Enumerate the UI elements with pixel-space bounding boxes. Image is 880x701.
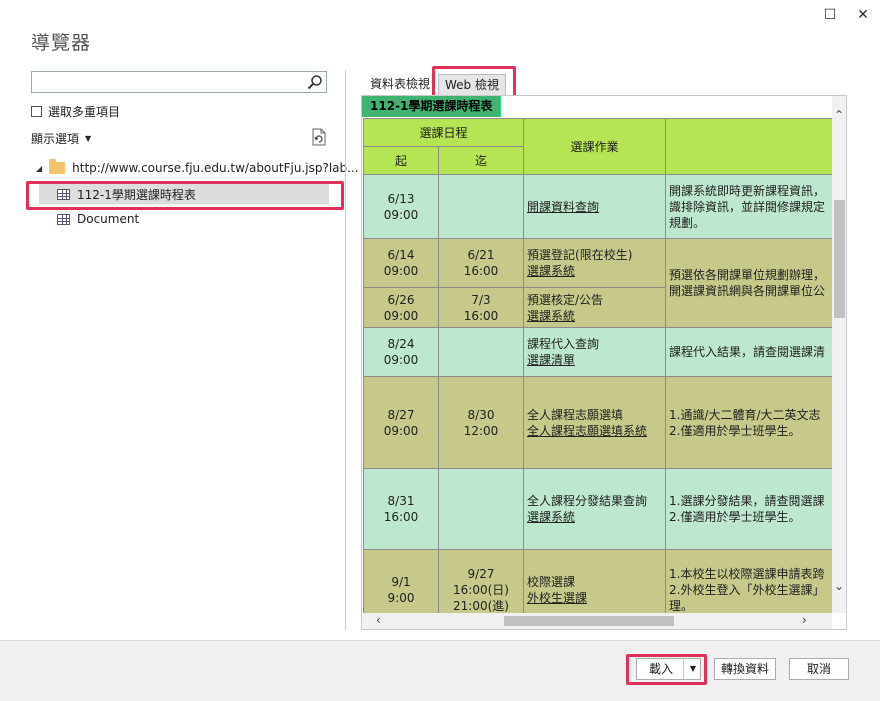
scroll-right-icon[interactable]: › [802,613,807,627]
table-row: 8/27 09:00 8/30 12:00 全人課程志願選填 全人課程志願選填系統 1… [363,376,832,469]
multi-select-label: 選取多重項目 [48,104,121,119]
highlight-box-load-button [626,654,707,685]
schedule-table: 選課日程 選課作業 起 迄 6/13 09:00 開課資料查詢 開課系統即時更新課… [363,118,832,613]
highlight-box-tree-item [26,181,344,210]
table-row: 9/1 9:00 9/27 16:00(日) 21:00(進) 校際選課 外校生選課 1… [363,549,832,613]
dialog-title: 導覽器 [31,32,92,54]
table-row: 6/14 09:00 6/21 16:00 預選登記(限在校生) 選課系統 預選依各開… [363,238,832,328]
display-options-button[interactable]: 顯示選項 ▼ [31,130,91,147]
task-link[interactable]: 選課系統 [527,509,662,525]
vertical-scrollbar[interactable]: ⌃ ⌄ [832,96,846,613]
vertical-scroll-thumb[interactable] [834,200,845,318]
search-input[interactable] [31,71,327,93]
header-start: 起 [363,146,439,175]
tab-table-view[interactable]: 資料表檢視 [364,74,436,94]
task-link[interactable]: 全人課程志願選填系統 [527,423,662,439]
header-desc [665,118,832,175]
highlight-box-web-view-tab [432,66,516,98]
scroll-left-icon[interactable]: ‹ [376,613,381,627]
scroll-up-icon[interactable]: ⌃ [834,108,844,122]
header-end: 迄 [437,146,525,175]
multi-select-checkbox[interactable] [31,105,42,117]
table-row: 8/24 09:00 課程代入查詢 選課清單 課程代入結果，請查閱選課清 [363,327,832,377]
transform-data-button[interactable]: 轉換資料 [714,658,776,680]
tree-item-document[interactable]: Document [57,209,139,229]
chevron-down-icon: ▼ [85,134,92,143]
refresh-icon[interactable] [311,128,327,146]
header-task: 選課作業 [523,118,667,175]
pane-splitter[interactable] [345,70,346,630]
web-preview-panel[interactable]: 112-1學期選課時程表 選課日程 選課作業 起 迄 6/13 09:00 開課資… [361,95,847,630]
close-button[interactable]: ✕ [853,6,873,24]
table-icon [57,213,70,225]
table-caption: 112-1學期選課時程表 [362,96,502,117]
task-link[interactable]: 開課資料查詢 [527,199,662,215]
task-link[interactable]: 選課清單 [527,352,662,368]
tree-item-label: Document [77,212,140,226]
scroll-down-icon[interactable]: ⌄ [834,579,844,593]
folder-icon [49,159,66,174]
horizontal-scroll-thumb[interactable] [504,616,674,626]
header-schedule: 選課日程 [363,118,525,147]
search-icon [307,75,322,90]
collapse-arrow-icon[interactable]: ◢ [36,164,42,173]
tree-root-label: http://www.course.fju.edu.tw/aboutFju.js… [72,161,359,175]
multi-select-option[interactable]: 選取多重項目 [31,103,120,119]
tree-root-node[interactable]: ◢ http://www.course.fju.edu.tw/aboutFju.… [36,158,359,178]
task-link[interactable]: 選課系統 [527,263,662,279]
task-link[interactable]: 選課系統 [527,308,662,324]
restore-button[interactable]: ☐ [820,6,840,24]
horizontal-scrollbar[interactable]: ‹ › [362,613,832,629]
display-options-label: 顯示選項 [31,132,80,146]
table-row: 6/13 09:00 開課資料查詢 開課系統即時更新課程資訊， 識排除資訊，並詳閱修… [363,174,832,239]
table-row: 8/31 16:00 全人課程分發結果查詢 選課系統 1.選課分發結果，請查閱選課 2… [363,468,832,550]
cancel-button[interactable]: 取消 [789,658,849,680]
task-link[interactable]: 外校生選課 [527,590,662,606]
